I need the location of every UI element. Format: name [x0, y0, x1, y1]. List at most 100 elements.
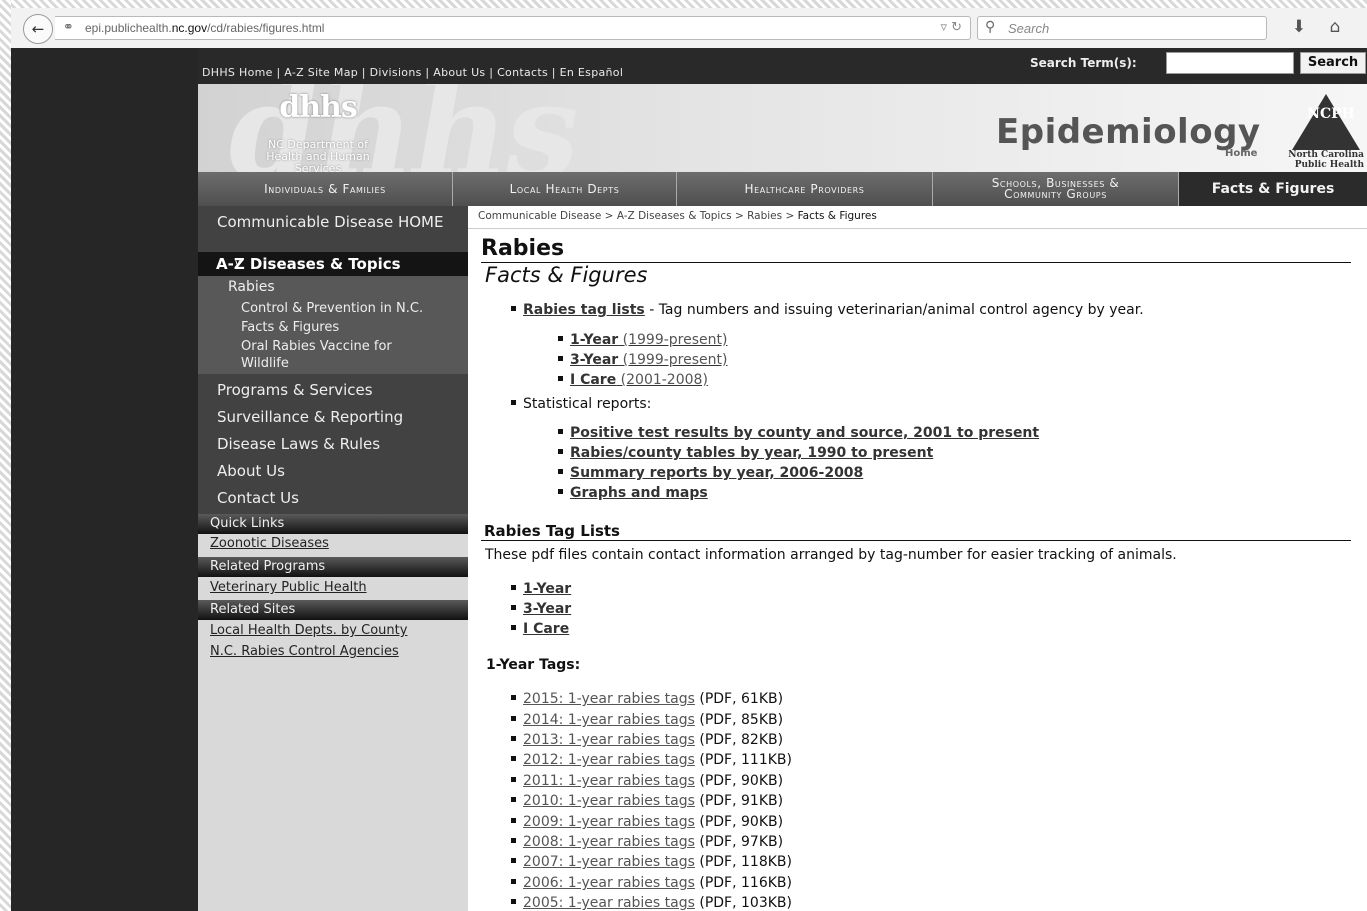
stat-county-tables-link[interactable]: Rabies/county tables by year, 1990 to pr… [570, 445, 933, 461]
related-programs-header: Related Programs [198, 557, 468, 577]
back-button[interactable]: ← [23, 14, 53, 44]
list-item: Positive test results by county and sour… [558, 425, 1039, 441]
crumb-rabies[interactable]: Rabies [747, 210, 782, 222]
crumb-az[interactable]: A-Z Diseases & Topics [617, 210, 732, 222]
file-link[interactable]: 2009: 1-year rabies tags [523, 814, 695, 830]
sidebar-sub-facts[interactable]: Facts & Figures [241, 319, 339, 336]
stat-positive-tests-link[interactable]: Positive test results by county and sour… [570, 425, 1039, 441]
ncph-triangle-icon [1292, 94, 1360, 150]
tag-icare-link[interactable]: I Care (2001-2008) [570, 372, 708, 388]
section-desc: These pdf files contain contact informat… [485, 547, 1177, 563]
sidebar-sub-oral-vaccine[interactable]: Oral Rabies Vaccine for Wildlife [241, 338, 441, 372]
file-link[interactable]: 2006: 1-year rabies tags [523, 875, 695, 891]
file-link[interactable]: 2007: 1-year rabies tags [523, 854, 695, 870]
sidebar-item-programs[interactable]: Programs & Services [217, 381, 373, 399]
home-icon[interactable]: ⌂ [1317, 17, 1353, 37]
quick-links-header: Quick Links [198, 514, 468, 534]
file-link[interactable]: 2010: 1-year rabies tags [523, 793, 695, 809]
sidebar-item-az[interactable]: ∨ A-Z Diseases & Topics [198, 252, 468, 276]
list-item: Graphs and maps [558, 485, 708, 501]
tab-schools-businesses[interactable]: Schools, Businesses & Community Groups [933, 172, 1179, 206]
url-text: epi.publichealth.nc.gov/cd/rabies/figure… [85, 21, 325, 35]
site-search-button[interactable]: Search [1300, 52, 1366, 74]
sidebar-item-cd-home[interactable]: Communicable Disease HOME [217, 213, 447, 231]
sidebar-item-contact[interactable]: Contact Us [217, 489, 299, 507]
sidebar-sub-control[interactable]: Control & Prevention in N.C. [241, 300, 423, 317]
list-item: 2006: 1-year rabies tags (PDF, 116KB) [511, 875, 792, 891]
list-item: 3-Year [511, 601, 571, 617]
search-term-label: Search Term(s): [1030, 56, 1137, 70]
file-link[interactable]: 2011: 1-year rabies tags [523, 773, 695, 789]
tag-3year-link[interactable]: 3-Year (1999-present) [570, 352, 727, 368]
file-link[interactable]: 2012: 1-year rabies tags [523, 752, 695, 768]
util-divisions[interactable]: Divisions [370, 66, 422, 79]
list-item: Summary reports by year, 2006-2008 [558, 465, 863, 481]
download-icon[interactable]: ⬇ [1281, 17, 1317, 37]
list-item: 1-Year [511, 581, 571, 597]
file-link[interactable]: 2005: 1-year rabies tags [523, 895, 695, 911]
list-item: 2005: 1-year rabies tags (PDF, 103KB) [511, 895, 792, 911]
sidebar-item-rabies[interactable]: Rabies [228, 279, 275, 296]
site-title[interactable]: Epidemiology [996, 112, 1261, 152]
ncph-logo-text: NCPH [1307, 106, 1355, 122]
browser-search-box[interactable]: ⚲ Search [977, 16, 1267, 40]
related-site-control-agencies[interactable]: N.C. Rabies Control Agencies [210, 644, 399, 659]
page-subtitle: Facts & Figures [485, 263, 648, 287]
page-title: Rabies [481, 236, 565, 261]
list-item: 2010: 1-year rabies tags (PDF, 91KB) [511, 793, 783, 809]
file-link[interactable]: 2015: 1-year rabies tags [523, 691, 695, 707]
tab-healthcare-providers[interactable]: Healthcare Providers [677, 172, 933, 206]
back-arrow-icon: ← [31, 20, 45, 38]
ncph-logo[interactable]: NCPH North Carolina Public Health [1278, 88, 1364, 172]
file-link[interactable]: 2014: 1-year rabies tags [523, 712, 695, 728]
file-link[interactable]: 2008: 1-year rabies tags [523, 834, 695, 850]
sidebar-item-about[interactable]: About Us [217, 462, 285, 480]
main-nav: Individuals & Families Local Health Dept… [198, 172, 1367, 206]
url-bar[interactable]: ⚭ epi.publichealth.nc.gov/cd/rabies/figu… [55, 16, 971, 40]
sidebar: Communicable Disease HOME ∨ A-Z Diseases… [198, 206, 468, 911]
sidebar-item-laws[interactable]: Disease Laws & Rules [217, 435, 380, 453]
browser-search-placeholder: Search [1008, 21, 1050, 36]
tag-1year-link[interactable]: 1-Year (1999-present) [570, 332, 727, 348]
util-dhhs-home[interactable]: DHHS Home [202, 66, 273, 79]
util-contacts[interactable]: Contacts [497, 66, 548, 79]
screen-border-left [0, 0, 11, 911]
related-sites-header: Related Sites [198, 600, 468, 620]
breadcrumb: Communicable Disease > A-Z Diseases & To… [478, 210, 877, 222]
site-search-input[interactable] [1166, 52, 1294, 74]
globe-icon: ⚭ [63, 20, 74, 35]
section-3year-link[interactable]: 3-Year [523, 601, 571, 617]
file-link[interactable]: 2013: 1-year rabies tags [523, 732, 695, 748]
epi-home-link[interactable]: Home [1225, 148, 1257, 159]
reload-icon[interactable]: ▿ ↻ [940, 20, 962, 35]
list-item: 2011: 1-year rabies tags (PDF, 90KB) [511, 773, 783, 789]
util-site-map[interactable]: A-Z Site Map [284, 66, 358, 79]
ncph-line2: Public Health [1294, 160, 1364, 170]
util-espanol[interactable]: En Español [560, 66, 624, 79]
stat-graphs-maps-link[interactable]: Graphs and maps [570, 485, 708, 501]
sidebar-rabies-group: Rabies Control & Prevention in N.C. Fact… [198, 276, 468, 374]
tab-local-health-depts[interactable]: Local Health Depts [453, 172, 677, 206]
util-about-us[interactable]: About Us [433, 66, 485, 79]
related-site-local-depts[interactable]: Local Health Depts. by County [210, 623, 407, 638]
section-icare-link[interactable]: I Care [523, 621, 569, 637]
section-1year-link[interactable]: 1-Year [523, 581, 571, 597]
sidebar-item-surveillance[interactable]: Surveillance & Reporting [217, 408, 403, 426]
related-program-vet[interactable]: Veterinary Public Health [210, 580, 367, 595]
dhhs-logo[interactable]: dhhs NC Department of Health and Human S… [248, 90, 388, 173]
screen-border-top [0, 0, 1367, 8]
list-item: I Care [511, 621, 569, 637]
page-margin [11, 48, 198, 911]
crumb-cd[interactable]: Communicable Disease [478, 210, 601, 222]
list-item: I Care (2001-2008) [558, 372, 708, 388]
dhhs-logo-mark: dhhs [279, 90, 358, 125]
dept-line2: Health and Human Services [266, 150, 370, 173]
sidebar-az-label: A-Z Diseases & Topics [216, 255, 401, 273]
quick-link-zoonotic[interactable]: Zoonotic Diseases [210, 536, 329, 551]
list-item: 2007: 1-year rabies tags (PDF, 118KB) [511, 854, 792, 870]
stat-reports-label: Statistical reports: [523, 396, 652, 412]
stat-summary-reports-link[interactable]: Summary reports by year, 2006-2008 [570, 465, 863, 481]
tab-individuals-families[interactable]: Individuals & Families [198, 172, 453, 206]
tag-lists-link[interactable]: Rabies tag lists [523, 302, 645, 318]
tab-facts-figures[interactable]: Facts & Figures [1179, 172, 1367, 206]
